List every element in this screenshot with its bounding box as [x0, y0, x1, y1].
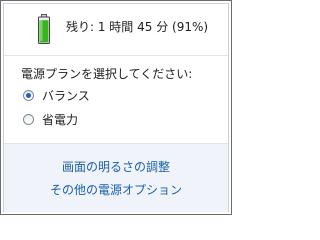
radio-unselected-icon[interactable]: [23, 113, 34, 125]
battery-header: 残り: 1 時間 45 分 (91%): [4, 4, 228, 54]
plan-option-power-saver[interactable]: 省電力: [23, 111, 78, 127]
flyout-footer: 画面の明るさの調整 その他の電源オプション: [4, 143, 228, 212]
plan-option-label: バランス: [42, 88, 90, 103]
more-power-options-link[interactable]: その他の電源オプション: [4, 181, 228, 198]
battery-status-text: 残り: 1 時間 45 分 (91%): [66, 20, 209, 34]
radio-selected-icon[interactable]: [23, 89, 34, 101]
adjust-brightness-link[interactable]: 画面の明るさの調整: [4, 158, 228, 175]
plan-prompt: 電源プランを選択してください:: [21, 67, 193, 81]
power-flyout: 残り: 1 時間 45 分 (91%) 電源プランを選択してください: バランス…: [0, 0, 232, 215]
divider: [4, 55, 228, 56]
battery-icon: [38, 14, 50, 44]
plan-option-label: 省電力: [42, 112, 79, 127]
plan-option-balanced[interactable]: バランス: [23, 87, 90, 103]
